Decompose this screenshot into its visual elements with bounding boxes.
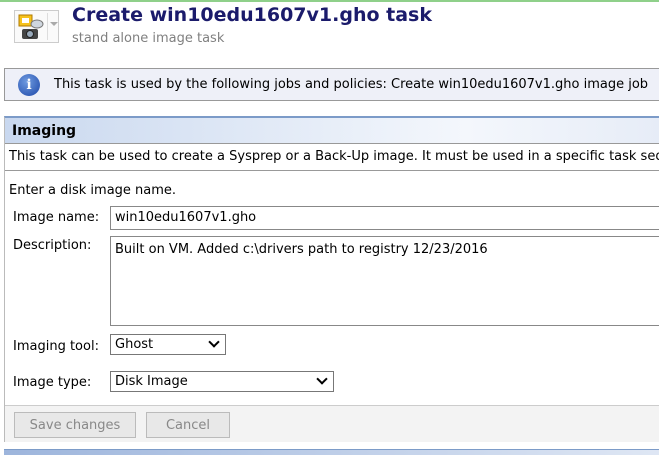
description-textarea[interactable]: Built on VM. Added c:\drivers path to re… [110, 236, 659, 326]
chevron-down-icon [316, 373, 328, 385]
imaging-panel: Imaging This task can be used to create … [4, 116, 659, 442]
imaging-tool-value: Ghost [115, 337, 154, 352]
info-icon: i [18, 73, 40, 96]
panel-description: This task can be used to create a Syspre… [5, 144, 659, 171]
next-panel-header [4, 449, 659, 455]
prompt-text: Enter a disk image name. [9, 183, 177, 198]
description-label: Description: [13, 238, 92, 253]
info-banner: i This task is used by the following job… [4, 68, 659, 101]
page-subtitle: stand alone image task [72, 31, 225, 46]
cancel-button[interactable]: Cancel [146, 412, 230, 438]
imaging-tool-select[interactable]: Ghost [110, 334, 226, 355]
save-changes-button[interactable]: Save changes [14, 412, 136, 438]
button-bar: Save changes Cancel [5, 405, 659, 442]
image-type-value: Disk Image [115, 374, 188, 389]
image-name-input[interactable]: win10edu1607v1.gho [110, 206, 659, 230]
image-name-label-text: Image name: [13, 210, 100, 225]
top-accent-line [0, 0, 659, 2]
imaging-tool-label: Imaging tool: [13, 339, 99, 354]
panel-title: Imaging [5, 118, 659, 144]
info-message: This task is used by the following jobs … [54, 77, 649, 92]
task-icon-menu-button[interactable] [14, 10, 59, 43]
dropdown-caret-icon [50, 22, 58, 26]
image-type-select[interactable]: Disk Image [110, 371, 334, 392]
image-name-label: Image name: [13, 210, 99, 225]
chevron-down-icon [208, 336, 220, 348]
image-type-label: Image type: [13, 375, 92, 390]
imaging-task-icon [18, 14, 44, 39]
page-title: Create win10edu1607v1.gho task [72, 4, 432, 26]
divider [47, 13, 48, 40]
